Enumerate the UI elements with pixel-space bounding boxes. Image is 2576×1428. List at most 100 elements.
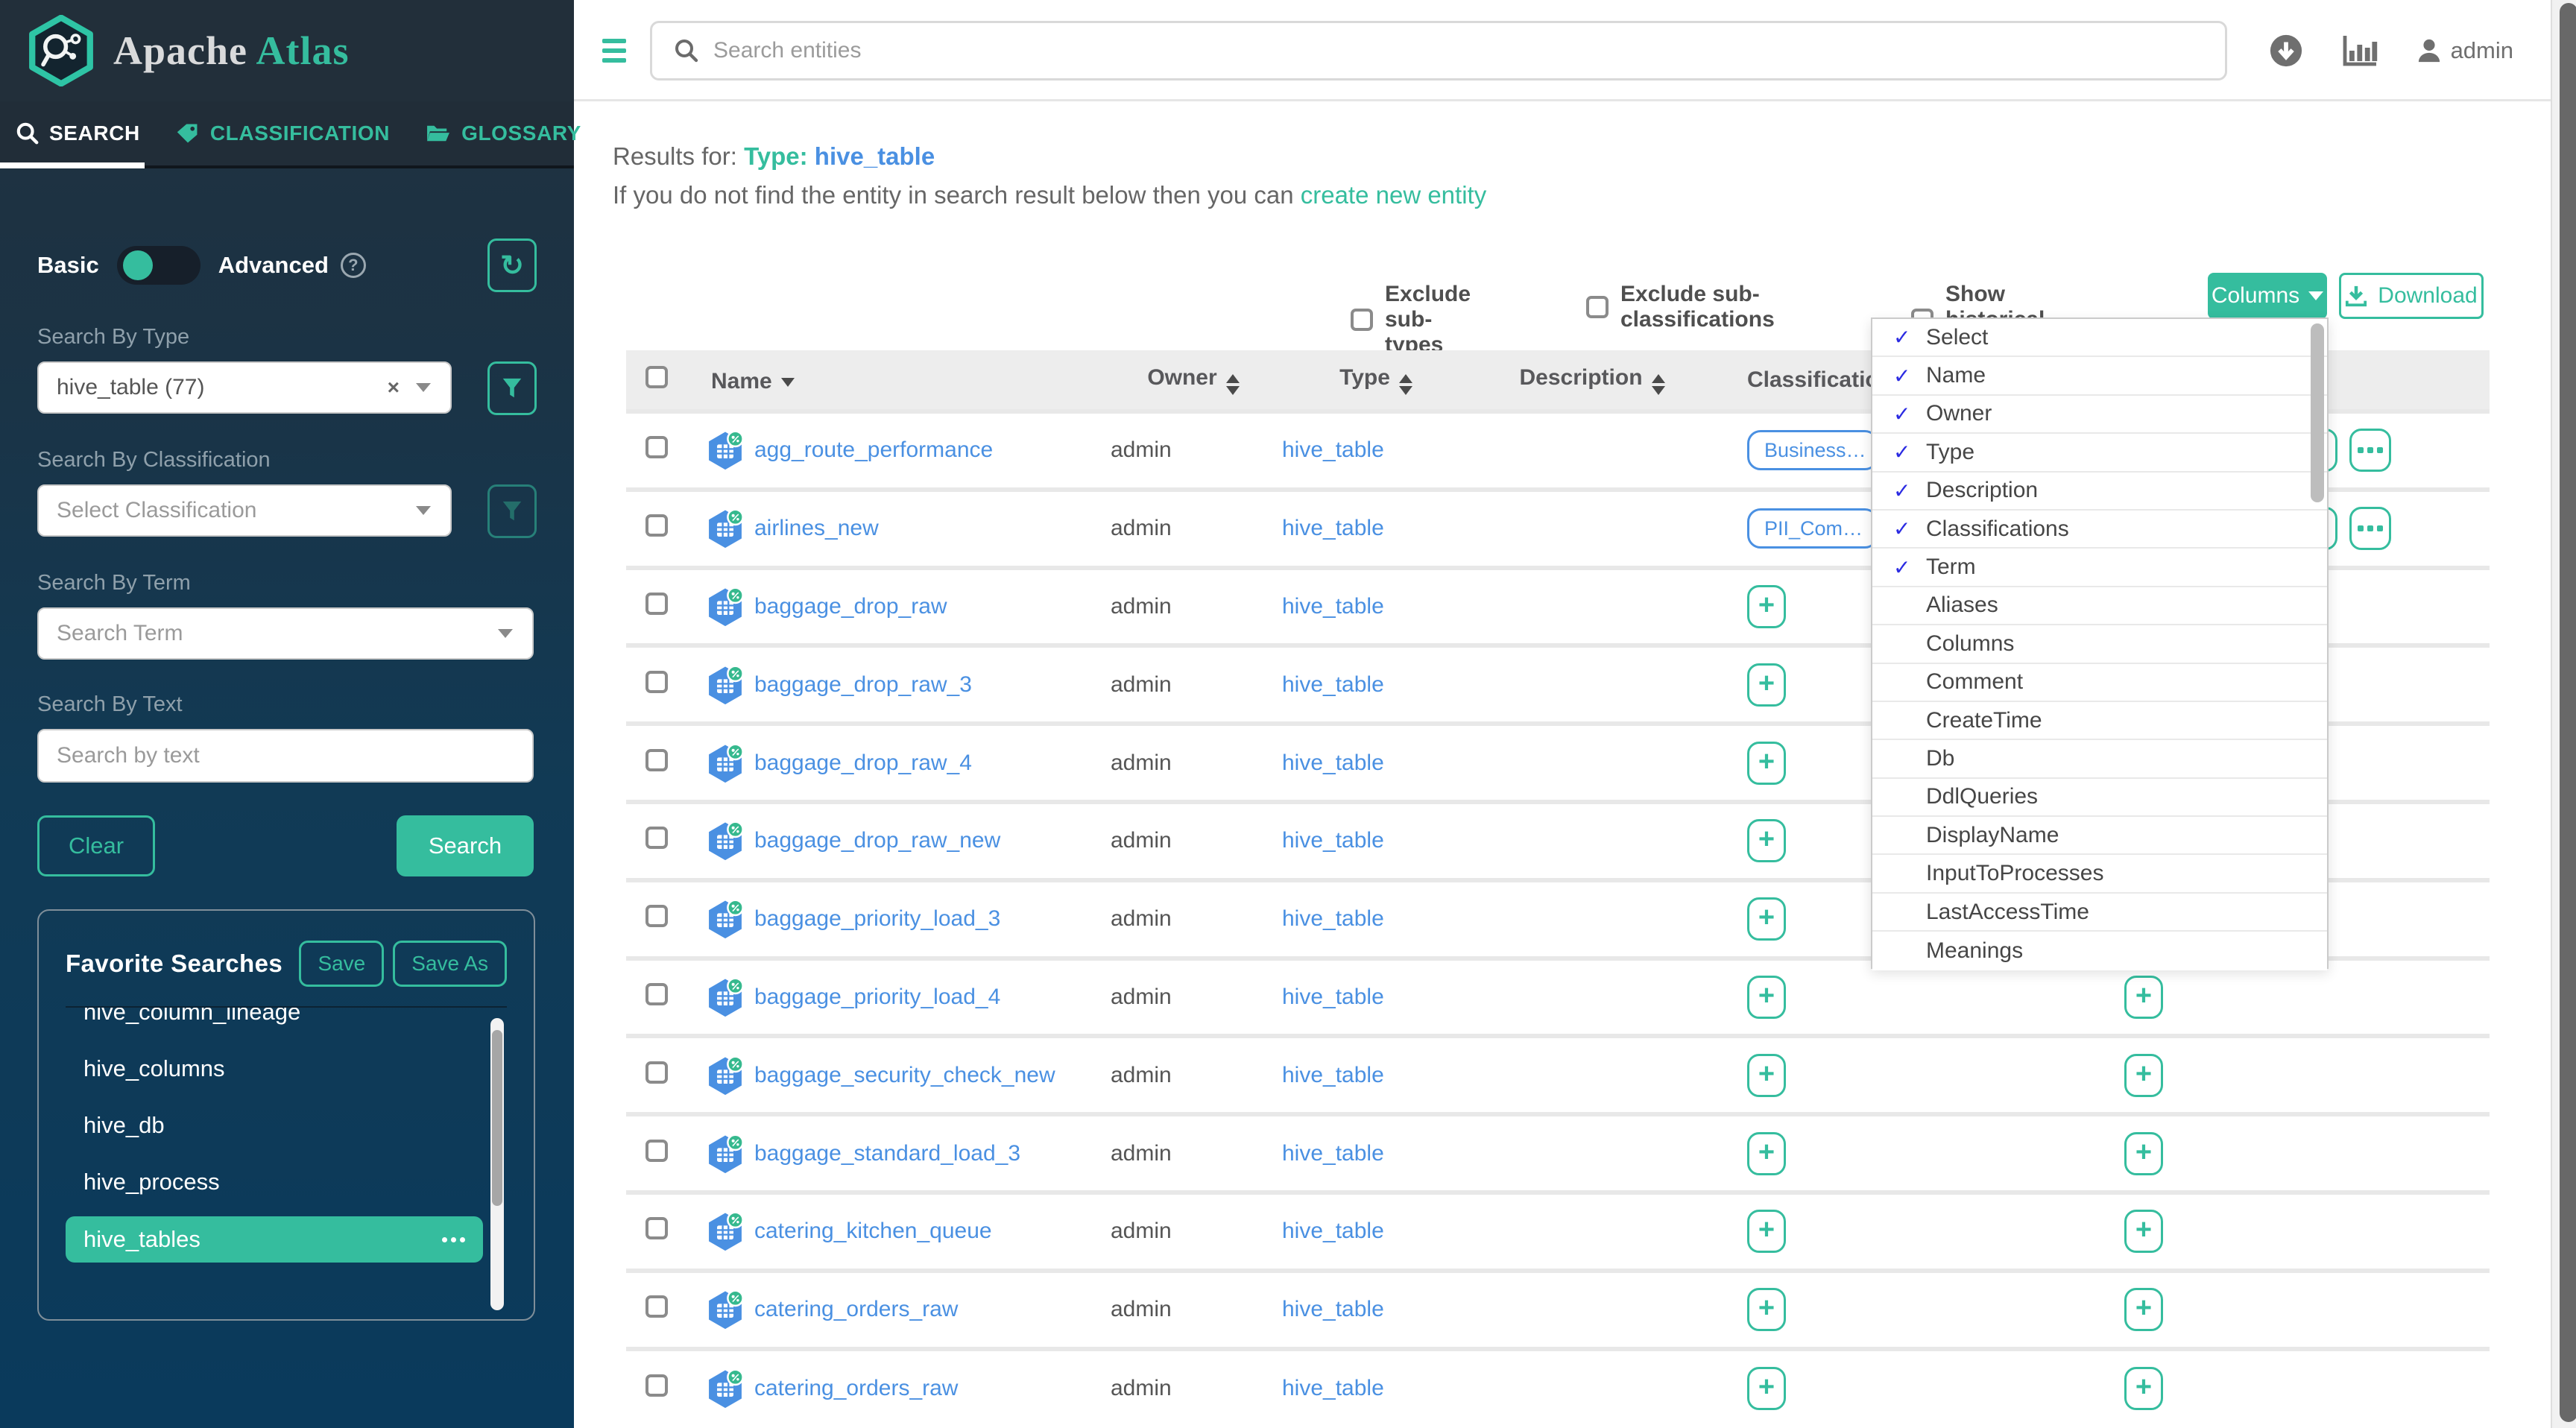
- search-button[interactable]: Search: [397, 815, 534, 876]
- entity-name-link[interactable]: catering_orders_raw: [754, 1376, 958, 1401]
- favorite-search-item[interactable]: hive_process: [66, 1154, 483, 1210]
- row-checkbox[interactable]: [645, 670, 668, 693]
- columns-menu-item[interactable]: Owner: [1872, 395, 2327, 435]
- exclude-subclassifications-checkbox[interactable]: [1586, 296, 1609, 318]
- columns-menu-item[interactable]: CreateTime: [1872, 701, 2327, 741]
- columns-menu-item[interactable]: DisplayName: [1872, 817, 2327, 856]
- search-entities-input[interactable]: [713, 38, 2055, 63]
- type-link[interactable]: hive_table: [1282, 1376, 1384, 1400]
- type-link[interactable]: hive_table: [1282, 751, 1384, 775]
- add-classification-button[interactable]: [1747, 1288, 1786, 1332]
- favorite-search-item[interactable]: hive_db: [66, 1097, 483, 1154]
- columns-menu-item[interactable]: Meanings: [1872, 932, 2327, 970]
- columns-menu-item[interactable]: Columns: [1872, 625, 2327, 664]
- add-classification-button[interactable]: [1747, 897, 1786, 941]
- columns-menu-item[interactable]: LastAccessTime: [1872, 893, 2327, 932]
- row-checkbox[interactable]: [645, 748, 668, 771]
- columns-menu-item[interactable]: Type: [1872, 434, 2327, 473]
- download-circle-icon[interactable]: [2269, 34, 2303, 68]
- save-button[interactable]: Save: [299, 941, 385, 987]
- exclude-subtypes-checkbox[interactable]: [1351, 309, 1373, 331]
- classification-filter-button[interactable]: [487, 484, 537, 538]
- page-scrollbar[interactable]: [2551, 0, 2576, 1428]
- add-classification-button[interactable]: [1747, 819, 1786, 863]
- scrollbar-thumb[interactable]: [492, 1030, 502, 1206]
- row-checkbox[interactable]: [645, 905, 668, 928]
- columns-menu-item[interactable]: Comment: [1872, 663, 2327, 702]
- type-link[interactable]: hive_table: [1282, 906, 1384, 931]
- entity-name-link[interactable]: baggage_standard_load_3: [754, 1141, 1020, 1166]
- favorite-search-item[interactable]: hive_tables: [66, 1216, 483, 1263]
- type-link[interactable]: hive_table: [1282, 672, 1384, 697]
- row-checkbox[interactable]: [645, 1061, 668, 1084]
- entity-name-link[interactable]: baggage_drop_raw: [754, 594, 947, 619]
- download-button[interactable]: Download: [2339, 273, 2484, 319]
- columns-button[interactable]: Columns: [2208, 273, 2327, 319]
- columns-menu-item[interactable]: Aliases: [1872, 587, 2327, 626]
- columns-menu-item[interactable]: Term: [1872, 549, 2327, 587]
- entity-name-link[interactable]: baggage_priority_load_3: [754, 906, 1000, 932]
- add-term-button[interactable]: [2124, 1367, 2163, 1411]
- type-select[interactable]: hive_table (77): [37, 361, 452, 414]
- classification-tag[interactable]: PII_Com…: [1747, 508, 1878, 549]
- more-options-icon[interactable]: [442, 1236, 465, 1242]
- user-menu[interactable]: admin: [2416, 37, 2513, 64]
- help-icon[interactable]: [340, 253, 366, 278]
- row-checkbox[interactable]: [645, 982, 668, 1005]
- entity-name-link[interactable]: baggage_drop_raw_new: [754, 828, 1000, 853]
- more-tags-button[interactable]: [2349, 507, 2392, 551]
- dropdown-scrollbar[interactable]: [2311, 323, 2324, 963]
- row-checkbox[interactable]: [645, 827, 668, 850]
- add-classification-button[interactable]: [1747, 663, 1786, 707]
- row-checkbox[interactable]: [645, 592, 668, 615]
- add-term-button[interactable]: [2124, 1288, 2163, 1332]
- add-classification-button[interactable]: [1747, 1367, 1786, 1411]
- type-link[interactable]: hive_table: [1282, 1219, 1384, 1243]
- column-header-owner[interactable]: Owner: [1108, 350, 1279, 413]
- add-term-button[interactable]: [2124, 975, 2163, 1019]
- columns-menu-item[interactable]: InputToProcesses: [1872, 855, 2327, 894]
- clear-button[interactable]: Clear: [37, 815, 155, 876]
- tab-classification[interactable]: CLASSIFICATION: [176, 121, 390, 145]
- columns-menu-item[interactable]: Classifications: [1872, 510, 2327, 549]
- scrollbar-thumb[interactable]: [2311, 323, 2324, 502]
- classification-tag[interactable]: Business…: [1747, 430, 1878, 471]
- type-link[interactable]: hive_table: [1282, 1297, 1384, 1321]
- basic-advanced-toggle[interactable]: [116, 246, 201, 285]
- more-tags-button[interactable]: [2349, 429, 2392, 473]
- column-header-name[interactable]: Name: [686, 350, 1108, 413]
- row-checkbox[interactable]: [645, 514, 668, 537]
- add-term-button[interactable]: [2124, 1131, 2163, 1175]
- column-header-description[interactable]: Description: [1473, 350, 1711, 413]
- entity-name-link[interactable]: agg_route_performance: [754, 437, 993, 463]
- add-term-button[interactable]: [2124, 1210, 2163, 1254]
- favorite-search-item[interactable]: hive_columns: [66, 1040, 483, 1097]
- type-link[interactable]: hive_table: [1282, 594, 1384, 619]
- refresh-button[interactable]: [487, 238, 537, 292]
- add-classification-button[interactable]: [1747, 1053, 1786, 1097]
- tab-search[interactable]: SEARCH: [16, 121, 140, 145]
- add-classification-button[interactable]: [1747, 975, 1786, 1019]
- save-as-button[interactable]: Save As: [393, 941, 507, 987]
- entity-name-link[interactable]: airlines_new: [754, 516, 879, 541]
- row-checkbox[interactable]: [645, 1217, 668, 1240]
- tab-glossary[interactable]: GLOSSARY: [426, 121, 581, 145]
- type-filter-button[interactable]: [487, 361, 537, 415]
- type-link[interactable]: hive_table: [1282, 1141, 1384, 1166]
- type-link[interactable]: hive_table: [1282, 828, 1384, 853]
- columns-menu-item[interactable]: Description: [1872, 472, 2327, 511]
- entity-name-link[interactable]: catering_kitchen_queue: [754, 1219, 992, 1244]
- columns-menu-item[interactable]: Db: [1872, 740, 2327, 779]
- type-link[interactable]: hive_table: [1282, 985, 1384, 1009]
- statistics-icon[interactable]: [2342, 34, 2378, 67]
- row-checkbox[interactable]: [645, 1295, 668, 1318]
- type-link[interactable]: hive_table: [1282, 437, 1384, 462]
- row-checkbox[interactable]: [645, 436, 668, 459]
- clear-type-icon[interactable]: [388, 376, 400, 399]
- entity-name-link[interactable]: baggage_drop_raw_3: [754, 672, 972, 698]
- add-term-button[interactable]: [2124, 1053, 2163, 1097]
- add-classification-button[interactable]: [1747, 1131, 1786, 1175]
- row-checkbox[interactable]: [645, 1374, 668, 1397]
- type-link[interactable]: hive_table: [1282, 516, 1384, 540]
- row-checkbox[interactable]: [645, 1139, 668, 1162]
